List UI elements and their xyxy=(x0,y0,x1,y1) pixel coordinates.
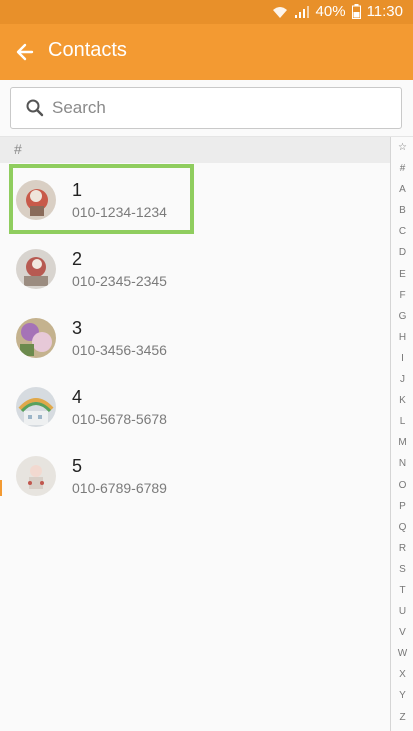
status-bar: 40% 11:30 xyxy=(0,0,413,24)
page-title: Contacts xyxy=(48,39,127,61)
index-l[interactable]: L xyxy=(391,411,413,432)
contact-phone: 010-6789-6789 xyxy=(72,480,167,496)
index-d[interactable]: D xyxy=(391,242,413,263)
contact-row[interactable]: 1 010-1234-1234 xyxy=(0,163,390,232)
index-h[interactable]: H xyxy=(391,327,413,348)
index-star[interactable]: ☆ xyxy=(391,137,413,158)
index-z[interactable]: Z xyxy=(391,707,413,728)
contact-name: 5 xyxy=(72,456,83,476)
clock: 11:30 xyxy=(366,3,403,20)
index-c[interactable]: C xyxy=(391,221,413,242)
arrow-left-icon xyxy=(16,43,34,61)
index-k[interactable]: K xyxy=(391,390,413,411)
contact-phone: 010-1234-1234 xyxy=(72,204,167,220)
index-w[interactable]: W xyxy=(391,643,413,664)
avatar xyxy=(16,456,56,496)
section-header: # xyxy=(0,137,390,163)
index-t[interactable]: T xyxy=(391,580,413,601)
index-r[interactable]: R xyxy=(391,538,413,559)
contact-phone: 010-5678-5678 xyxy=(72,411,167,427)
index-p[interactable]: P xyxy=(391,496,413,517)
contact-row[interactable]: 4 010-5678-5678 xyxy=(0,370,390,439)
search-input[interactable]: Search xyxy=(10,87,402,129)
index-y[interactable]: Y xyxy=(391,685,413,706)
index-n[interactable]: N xyxy=(391,453,413,474)
search-area: Search xyxy=(0,80,413,137)
index-b[interactable]: B xyxy=(391,200,413,221)
index-s[interactable]: S xyxy=(391,559,413,580)
avatar xyxy=(16,249,56,289)
signal-icon xyxy=(294,5,310,19)
index-f[interactable]: F xyxy=(391,285,413,306)
wifi-icon xyxy=(272,5,288,19)
contact-name: 3 xyxy=(72,318,83,338)
contact-list: 1 010-1234-1234 2 010-2345-2345 3 010-34… xyxy=(0,163,390,508)
index-u[interactable]: U xyxy=(391,601,413,622)
index-e[interactable]: E xyxy=(391,264,413,285)
battery-icon xyxy=(351,4,361,19)
battery-percent: 40% xyxy=(315,3,346,20)
app-bar: Contacts xyxy=(0,24,413,80)
contact-phone: 010-2345-2345 xyxy=(72,273,167,289)
index-m[interactable]: M xyxy=(391,432,413,453)
index-i[interactable]: I xyxy=(391,348,413,369)
index-a[interactable]: A xyxy=(391,179,413,200)
contact-row[interactable]: 3 010-3456-3456 xyxy=(0,301,390,370)
scroll-indicator xyxy=(0,480,2,496)
search-icon xyxy=(26,99,44,117)
contact-name: 2 xyxy=(72,249,83,269)
index-scrollbar[interactable]: ☆ # A B C D E F G H I J K L M N O P Q R … xyxy=(390,137,413,731)
search-placeholder: Search xyxy=(52,98,106,117)
index-v[interactable]: V xyxy=(391,622,413,643)
contact-row[interactable]: 5 010-6789-6789 xyxy=(0,439,390,508)
avatar xyxy=(16,180,56,220)
index-j[interactable]: J xyxy=(391,369,413,390)
index-o[interactable]: O xyxy=(391,475,413,496)
index-x[interactable]: X xyxy=(391,664,413,685)
contact-phone: 010-3456-3456 xyxy=(72,342,167,358)
index-g[interactable]: G xyxy=(391,306,413,327)
index-hash[interactable]: # xyxy=(391,158,413,179)
contact-row[interactable]: 2 010-2345-2345 xyxy=(0,232,390,301)
index-q[interactable]: Q xyxy=(391,517,413,538)
contact-name: 1 xyxy=(72,180,83,200)
contact-name: 4 xyxy=(72,387,83,407)
avatar xyxy=(16,387,56,427)
back-button[interactable] xyxy=(10,37,40,67)
avatar xyxy=(16,318,56,358)
section-header-label: # xyxy=(14,141,22,157)
